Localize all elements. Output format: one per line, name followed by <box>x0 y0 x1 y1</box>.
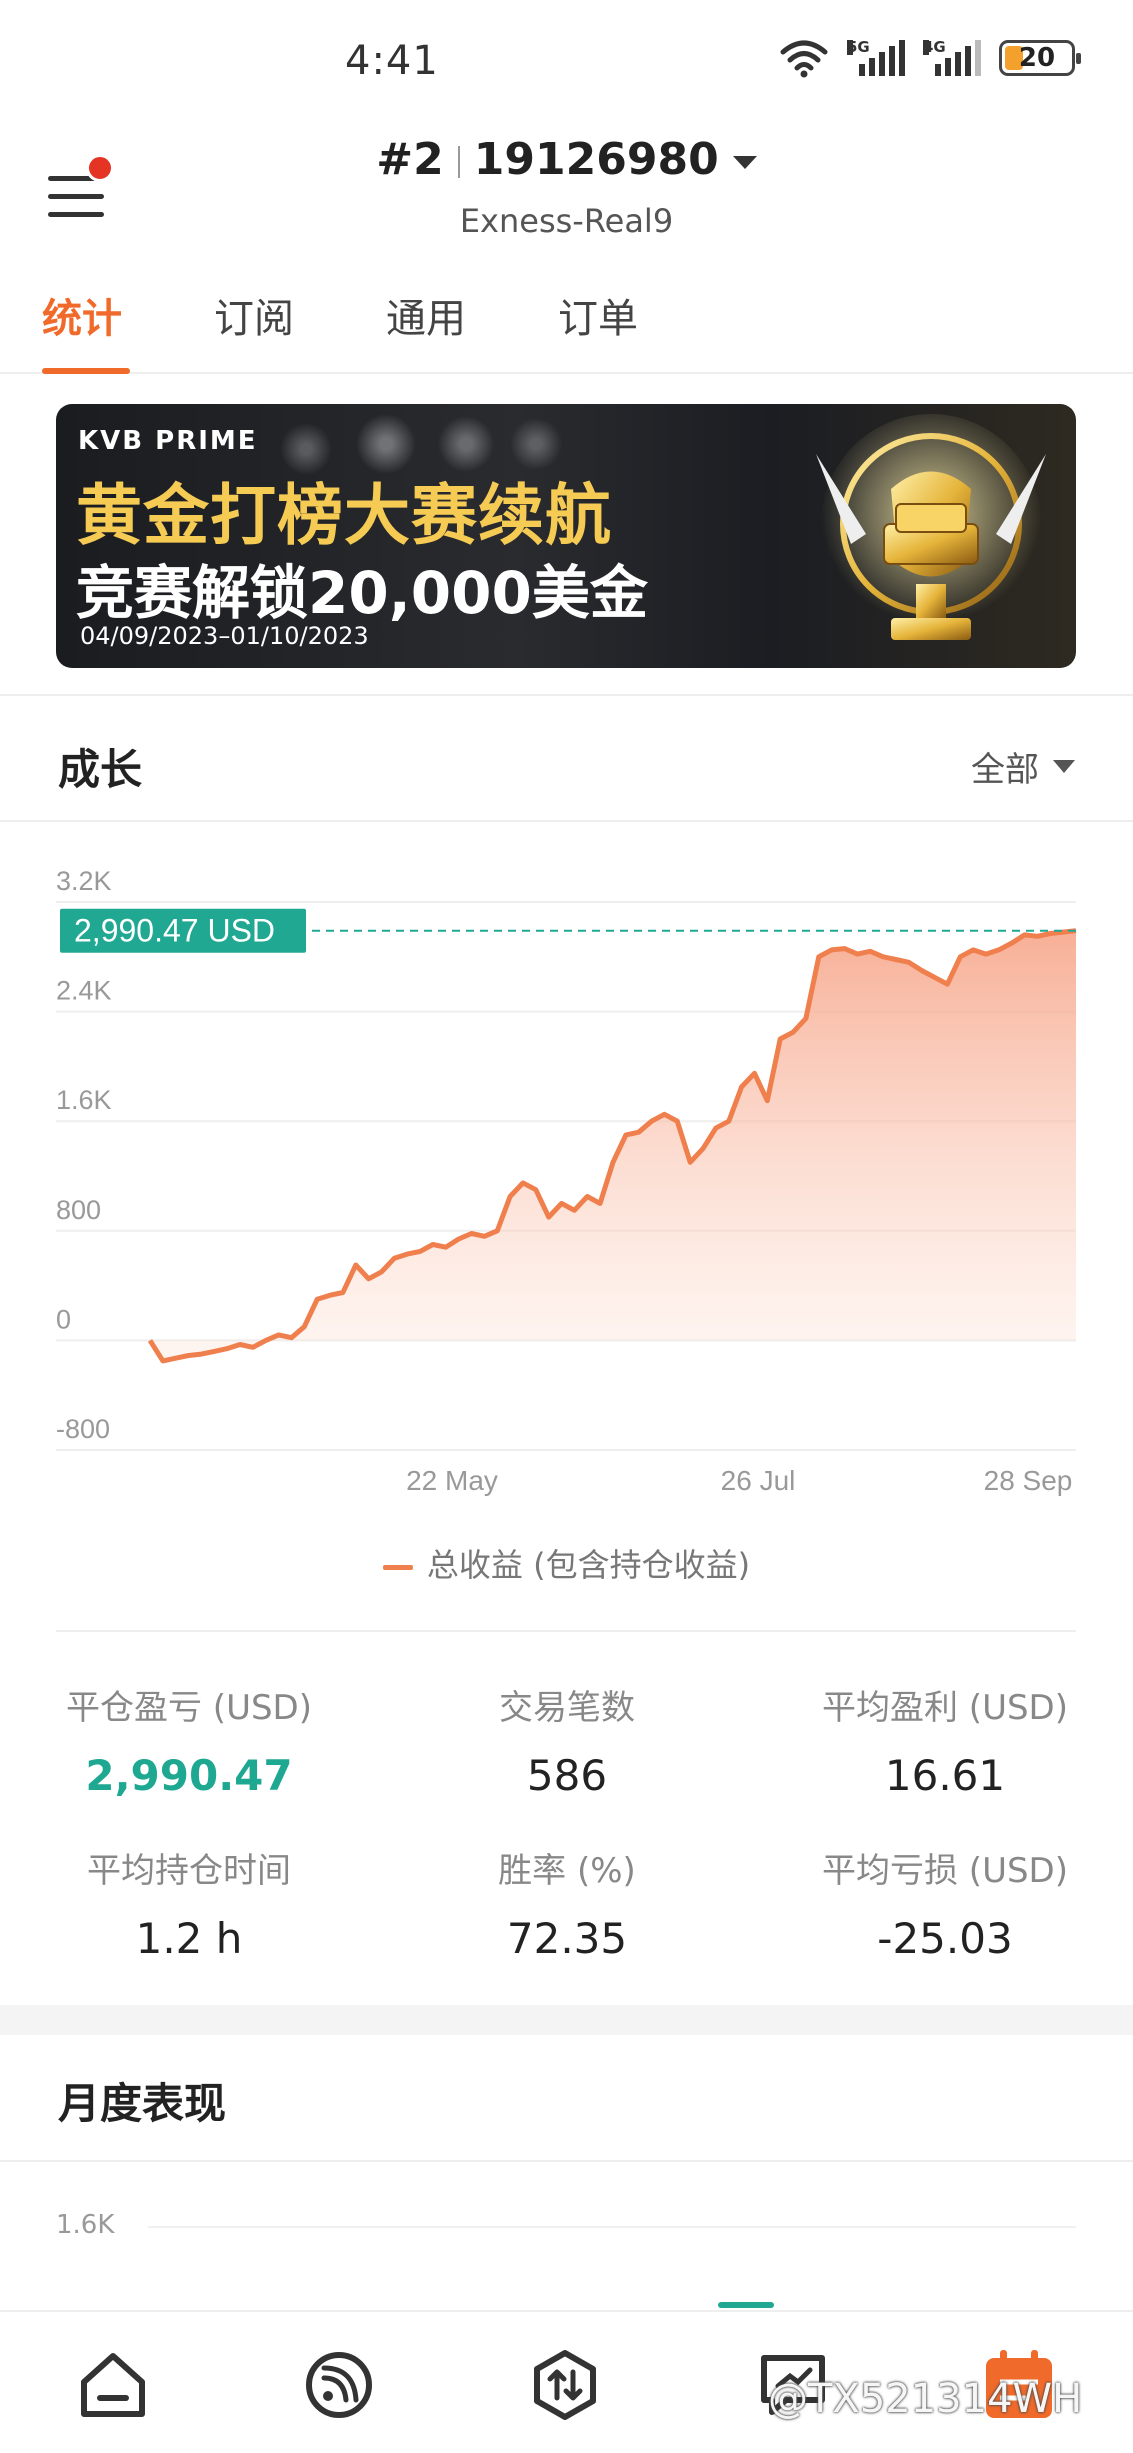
y-tick-label: 3.2K <box>56 866 112 896</box>
monthly-title: 月度表现 <box>58 2079 227 2128</box>
battery-icon: 20 <box>999 40 1081 76</box>
stat-label: 平均盈利 (USD) <box>822 1688 1068 1728</box>
stat-win-rate: 胜率 (%) 72.35 <box>378 1843 756 1963</box>
y-tick-label: 1.6K <box>56 1085 112 1115</box>
x-tick-label: 26 Jul <box>721 1465 796 1496</box>
signal-icon[interactable] <box>302 2348 376 2422</box>
stat-avg-profit: 平均盈利 (USD) 16.61 <box>756 1680 1133 1800</box>
account-prefix: #2 <box>376 134 444 185</box>
stat-avg-hold-time: 平均持仓时间 1.2 h <box>0 1843 378 1963</box>
section-spacer <box>0 2005 1133 2035</box>
growth-area <box>150 930 1076 1361</box>
account-server: Exness-Real9 <box>459 202 674 240</box>
status-bar: 4:41 5G 4G 20 <box>0 0 1133 120</box>
cell-signal-4g-icon: 4G <box>923 40 981 76</box>
trophy-icon <box>816 414 1046 640</box>
stat-value: 72.35 <box>506 1914 628 1963</box>
net1-label: 5G <box>847 38 870 56</box>
promo-banner[interactable]: KVB PRIME 黄金打榜大赛续航 竞赛解锁20,000美金 04/09/20… <box>56 404 1076 668</box>
x-tick-label: 22 May <box>406 1465 498 1496</box>
trade-icon[interactable] <box>528 2348 602 2422</box>
stat-label: 交易笔数 <box>499 1688 635 1728</box>
stat-value: 586 <box>526 1751 608 1800</box>
section-divider <box>56 1630 1076 1632</box>
stat-value: 1.2 h <box>135 1914 243 1963</box>
y-tick-label: -800 <box>56 1414 110 1444</box>
range-value: 全部 <box>971 750 1039 790</box>
growth-title: 成长 <box>58 745 143 794</box>
stat-label: 平均持仓时间 <box>87 1851 291 1891</box>
status-icons: 5G 4G 20 <box>779 38 1081 78</box>
banner-brand: KVB PRIME <box>78 426 258 456</box>
stat-closed-pnl: 平仓盈亏 (USD) 2,990.47 <box>0 1680 378 1800</box>
stat-label: 平仓盈亏 (USD) <box>66 1688 312 1728</box>
tab-subscriptions[interactable]: 订阅 <box>214 286 294 344</box>
range-dropdown[interactable]: 全部 <box>971 742 1075 791</box>
stat-avg-loss: 平均亏损 (USD) -25.03 <box>756 1843 1133 1963</box>
battery-level: 20 <box>1018 43 1056 73</box>
stat-label: 平均亏损 (USD) <box>822 1851 1068 1891</box>
tab-orders[interactable]: 订单 <box>558 286 638 344</box>
stat-value: 2,990.47 <box>85 1751 293 1800</box>
banner-dates: 04/09/2023–01/10/2023 <box>80 622 369 650</box>
chevron-down-icon <box>732 155 757 169</box>
y-tick-label: 2.4K <box>56 976 112 1006</box>
account-id: 19126980 <box>473 134 719 185</box>
account-divider <box>457 146 460 178</box>
wifi-icon <box>780 40 828 78</box>
chart-legend: 总收益 (包含持仓收益) <box>0 1540 1133 1586</box>
banner-headline: 黄金打榜大赛续航 <box>76 477 612 554</box>
current-value-label: 2,990.47 USD <box>74 913 275 949</box>
stat-trade-count: 交易笔数 586 <box>378 1680 756 1800</box>
account-selector[interactable]: #2 19126980 <box>0 134 1133 185</box>
status-time: 4:41 <box>345 38 439 84</box>
tab-general[interactable]: 通用 <box>386 286 466 344</box>
y-tick-label: 0 <box>56 1304 71 1334</box>
stat-label: 胜率 (%) <box>498 1851 636 1891</box>
tab-bar: 统计 订阅 通用 订单 <box>0 280 1133 374</box>
tab-statistics[interactable]: 统计 <box>42 286 122 344</box>
app-header: #2 19126980 Exness-Real9 <box>0 120 1133 270</box>
stat-value: 16.61 <box>884 1751 1006 1800</box>
stat-value: -25.03 <box>877 1914 1013 1963</box>
home-icon[interactable] <box>76 2348 150 2422</box>
watermark-text: @TX521314WH <box>768 2376 1083 2422</box>
monthly-gridline <box>148 2226 1076 2228</box>
legend-label: 总收益 (包含持仓收益) <box>426 1546 751 1584</box>
net2-label: 4G <box>923 38 946 56</box>
x-tick-label: 28 Sep <box>984 1465 1073 1496</box>
growth-chart[interactable]: 3.2K2.4K1.6K8000-800 22 May 26 Jul 28 Sep … <box>0 860 1133 1520</box>
section-divider <box>0 2160 1133 2162</box>
legend-swatch <box>382 1564 413 1570</box>
monthly-y-tick: 1.6K <box>56 2210 115 2240</box>
page-indicator <box>718 2302 774 2308</box>
tab-active-indicator <box>42 368 130 374</box>
section-divider <box>0 694 1133 696</box>
banner-subheadline: 竞赛解锁20,000美金 <box>76 559 648 627</box>
y-tick-label: 800 <box>56 1195 101 1225</box>
chevron-down-icon <box>1053 760 1075 773</box>
cell-signal-5g-icon: 5G <box>847 40 905 76</box>
section-divider <box>0 820 1133 822</box>
